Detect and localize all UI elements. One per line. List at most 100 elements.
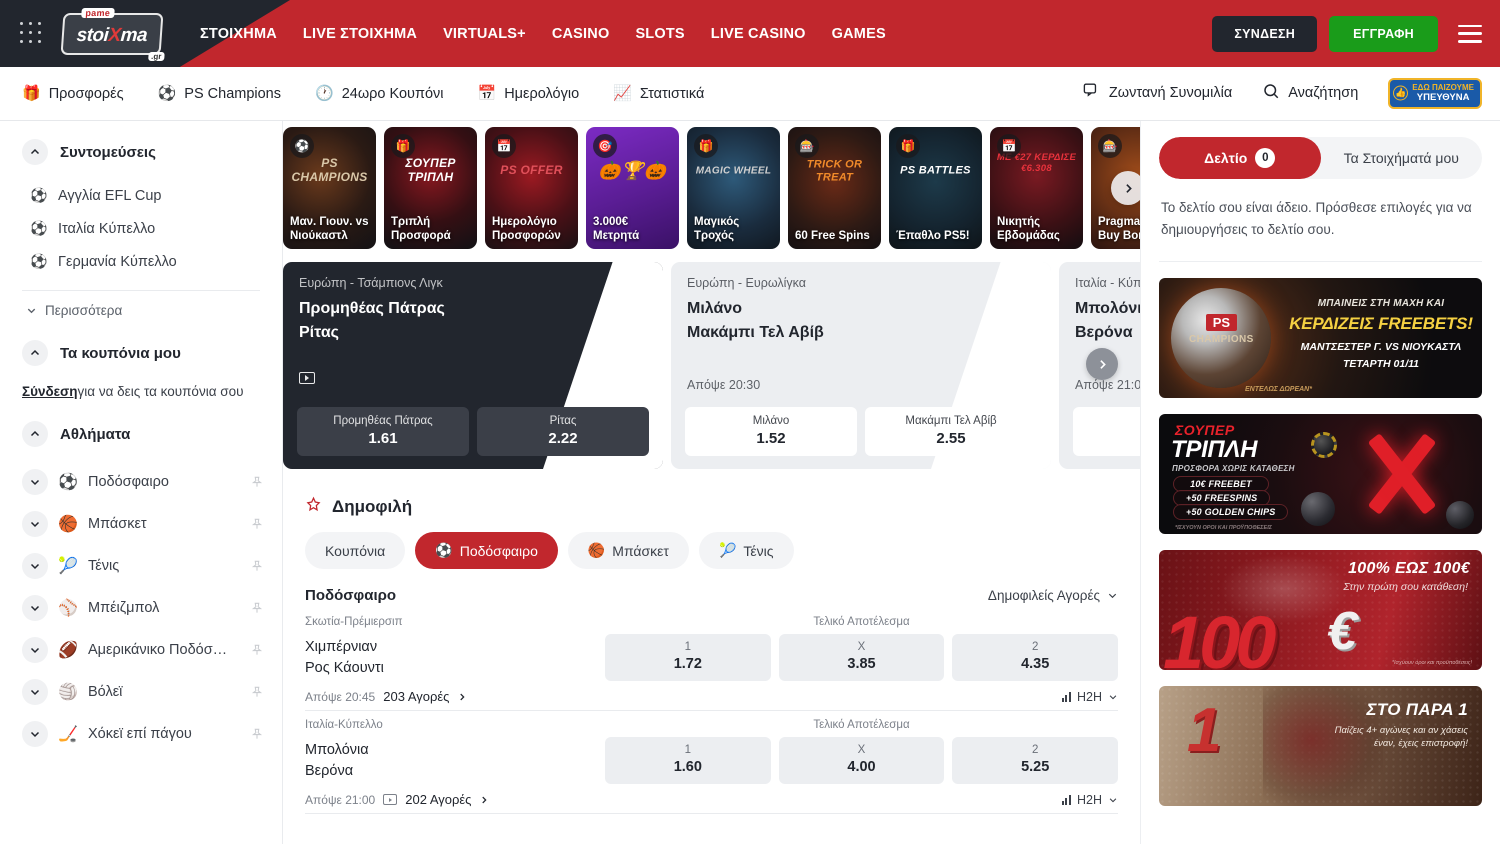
subnav-item-24h-coupon[interactable]: 🕐 24ωρο Κουπόνι: [315, 86, 444, 102]
odd-button-x[interactable]: X 4.00: [779, 737, 945, 784]
nav-item-stoixima[interactable]: ΣΤΟΙΧΗΜΑ: [200, 26, 277, 42]
match-row[interactable]: Σκωτία-Πρέμιερσιπ Χιμπέρνιαν Ρος Κάουντι…: [305, 608, 1118, 711]
sidebar-sport-ice-hockey[interactable]: 🏒 Χόκεϊ επί πάγου: [0, 713, 282, 755]
tv-stream-icon[interactable]: [299, 372, 315, 384]
odd-button[interactable]: Ρίτας 2.22: [477, 407, 649, 456]
sidebar-more-button[interactable]: Περισσότερα: [0, 291, 282, 318]
promo-tile[interactable]: 🎰 TRICK OR TREAT 60 Free Spins: [788, 127, 881, 249]
basketball-icon: 🏀: [588, 542, 605, 559]
tv-stream-icon[interactable]: [383, 794, 397, 805]
card-team-name: Μπολόνια: [1075, 300, 1140, 318]
chevron-down-icon[interactable]: [22, 553, 48, 579]
sidebar-sport-football[interactable]: ⚽ Ποδόσφαιρο: [0, 461, 282, 503]
main-content: ⚽ PS CHAMPIONS Μαν. Γιουν. vsΝιούκαστλ 🎁…: [283, 121, 1140, 844]
h2h-toggle[interactable]: H2H: [1062, 793, 1118, 807]
sidebar-section-my-coupons[interactable]: Τα κουπόνια μου: [0, 340, 282, 366]
match-row[interactable]: Ιταλία-Κύπελλο Μπολόνια Βερόνα Τελικό Απ…: [305, 711, 1118, 814]
sidebar-sport-american-football[interactable]: 🏈 Αμερικάνικο Ποδόσ…: [0, 629, 282, 671]
tab-tennis[interactable]: 🎾 Τένις: [699, 532, 794, 569]
pin-icon[interactable]: [250, 685, 264, 699]
nav-item-games[interactable]: GAMES: [832, 26, 886, 42]
tab-betslip[interactable]: Δελτίο 0: [1159, 137, 1321, 179]
pin-icon[interactable]: [250, 601, 264, 615]
banner-ps-champions[interactable]: PS CHAMPIONS ΜΠΑΙΝΕΙΣ ΣΤΗ ΜΑΧΗ ΚΑΙ ΚΕΡΔΙ…: [1159, 278, 1482, 398]
match-cards-next-button[interactable]: [1086, 348, 1118, 380]
promo-tile[interactable]: 🎁 MAGIC WHEEL ΜαγικόςΤροχός: [687, 127, 780, 249]
odd-button[interactable]: Μακάμπι Τελ Αβίβ 2.55: [865, 407, 1037, 456]
markets-selector[interactable]: Δημοφιλείς Αγορές: [988, 588, 1118, 603]
promo-carousel-next-button[interactable]: [1111, 171, 1140, 205]
match-markets-count[interactable]: 203 Αγορές: [383, 689, 449, 704]
pin-icon[interactable]: [250, 727, 264, 741]
odd-button[interactable]: Μιλάνο 1.52: [685, 407, 857, 456]
login-button[interactable]: ΣΥΝΔΕΣΗ: [1212, 16, 1317, 52]
odd-button-x[interactable]: X 3.85: [779, 634, 945, 681]
tab-football[interactable]: ⚽ Ποδόσφαιρο: [415, 532, 558, 569]
chevron-right-icon[interactable]: [457, 692, 467, 702]
responsible-gaming-badge[interactable]: 👍 ΕΔΩ ΠΑΙΖΟΥΜΕ ΥΠΕΥΘΥΝΑ: [1388, 78, 1482, 108]
pin-icon[interactable]: [250, 643, 264, 657]
pin-icon[interactable]: [250, 517, 264, 531]
subnav-item-offers[interactable]: 🎁 Προσφορές: [22, 86, 124, 102]
nav-item-casino[interactable]: CASINO: [552, 26, 610, 42]
banner-deposit-bonus[interactable]: 100% ΕΩΣ 100€ Στην πρώτη σου κατάθεση! 1…: [1159, 550, 1482, 670]
promo-tile[interactable]: 🎯 🎃🏆🎃 3.000€Μετρητά: [586, 127, 679, 249]
pin-icon[interactable]: [250, 559, 264, 573]
odd-button-1[interactable]: 1 1.60: [605, 737, 771, 784]
subnav-item-ps-champions[interactable]: ⚽ PS Champions: [158, 86, 281, 102]
odd-button-2[interactable]: 2 4.35: [952, 634, 1118, 681]
sidebar-sport-tennis[interactable]: 🎾 Τένις: [0, 545, 282, 587]
h2h-toggle[interactable]: H2H: [1062, 690, 1118, 704]
featured-match-card[interactable]: Ευρώπη - Τσάμπιονς Λιγκ Προμηθέας Πάτρας…: [283, 262, 663, 469]
match-row-partial[interactable]: [305, 814, 1118, 828]
odd-button-2[interactable]: 2 5.25: [952, 737, 1118, 784]
promo-tile[interactable]: 🎁 PS BATTLES Έπαθλο PS5!: [889, 127, 982, 249]
chevron-down-icon[interactable]: [22, 721, 48, 747]
odd-button[interactable]: Προμηθέας Πάτρας 1.61: [297, 407, 469, 456]
sidebar-sport-baseball[interactable]: ⚾ Μπέιζμπολ: [0, 587, 282, 629]
sidebar-item-italia-kypello[interactable]: ⚽ Ιταλία Κύπελλο: [0, 212, 282, 245]
chevron-down-icon[interactable]: [22, 595, 48, 621]
register-button[interactable]: ΕΓΓΡΑΦΗ: [1329, 16, 1438, 52]
match-markets-count[interactable]: 202 Αγορές: [405, 792, 471, 807]
tab-basketball[interactable]: 🏀 Μπάσκετ: [568, 532, 689, 569]
apps-grid-icon[interactable]: [20, 22, 44, 46]
chevron-down-icon[interactable]: [22, 679, 48, 705]
tab-coupons[interactable]: Κουπόνια: [305, 532, 405, 569]
hamburger-menu-icon[interactable]: [1458, 25, 1482, 43]
nav-item-virtuals[interactable]: VIRTUALS+: [443, 26, 526, 42]
sidebar-sport-basketball[interactable]: 🏀 Μπάσκετ: [0, 503, 282, 545]
subnav-item-calendar[interactable]: 📅 Ημερολόγιο: [478, 86, 580, 102]
promo-tile[interactable]: ⚽ PS CHAMPIONS Μαν. Γιουν. vsΝιούκαστλ: [283, 127, 376, 249]
odd-button[interactable]: 1 1.6: [1073, 407, 1140, 456]
featured-match-card[interactable]: Ευρώπη - Ευρωλίγκα Μιλάνο Μακάμπι Τελ Αβ…: [671, 262, 1051, 469]
baseball-icon: ⚾: [58, 598, 78, 618]
calendar-icon: 📅: [492, 134, 516, 158]
sidebar-item-efl-cup[interactable]: ⚽ Αγγλία EFL Cup: [0, 179, 282, 212]
chevron-down-icon[interactable]: [22, 637, 48, 663]
sidebar-item-germania-kypello[interactable]: ⚽ Γερμανία Κύπελλο: [0, 245, 282, 278]
promo-title: Μαν. Γιουν. vsΝιούκαστλ: [290, 215, 371, 243]
promo-tile[interactable]: 📅 ΜΕ €27 ΚΕΡΔΙΣΕ €6.308 ΝικητήςΕβδομάδας: [990, 127, 1083, 249]
promo-tile[interactable]: 🎁 ΣΟΥΠΕΡ ΤΡΙΠΛΗ ΤριπλήΠροσφορά: [384, 127, 477, 249]
banner-sto-para-1[interactable]: 1 ΣΤΟ ΠΑΡΑ 1 Παίζεις 4+ αγώνες και αν χά…: [1159, 686, 1482, 806]
chevron-right-icon[interactable]: [479, 795, 489, 805]
search-button[interactable]: Αναζήτηση: [1262, 82, 1358, 105]
pin-icon[interactable]: [250, 475, 264, 489]
odd-button-1[interactable]: 1 1.72: [605, 634, 771, 681]
site-logo[interactable]: pame stoiXma .gr: [60, 10, 164, 58]
nav-item-live-casino[interactable]: LIVE CASINO: [711, 26, 806, 42]
sidebar-section-shortcuts[interactable]: Συντομεύσεις: [0, 139, 282, 165]
nav-item-slots[interactable]: SLOTS: [635, 26, 684, 42]
sidebar-login-link[interactable]: Σύνδεση: [22, 384, 78, 399]
banner-super-tripli[interactable]: ΣΟΥΠΕΡ ΤΡΙΠΛΗ ΠΡΟΣΦΟΡΑ ΧΩΡΙΣ ΚΑΤΑΘΕΣΗ 10…: [1159, 414, 1482, 534]
sidebar-sport-volleyball[interactable]: 🏐 Βόλεϊ: [0, 671, 282, 713]
nav-item-live-stoixima[interactable]: LIVE ΣΤΟΙΧΗΜΑ: [303, 26, 417, 42]
subnav-item-statistics[interactable]: 📈 Στατιστικά: [613, 86, 704, 102]
promo-tile[interactable]: 📅 PS OFFER ΗμερολόγιοΠροσφορών: [485, 127, 578, 249]
live-chat-button[interactable]: Ζωντανή Συνομιλία: [1082, 81, 1232, 105]
chevron-down-icon[interactable]: [22, 469, 48, 495]
chevron-down-icon[interactable]: [22, 511, 48, 537]
tab-my-bets[interactable]: Τα Στοιχήματά μου: [1321, 137, 1483, 179]
sidebar-section-sports[interactable]: Αθλήματα: [0, 421, 282, 447]
